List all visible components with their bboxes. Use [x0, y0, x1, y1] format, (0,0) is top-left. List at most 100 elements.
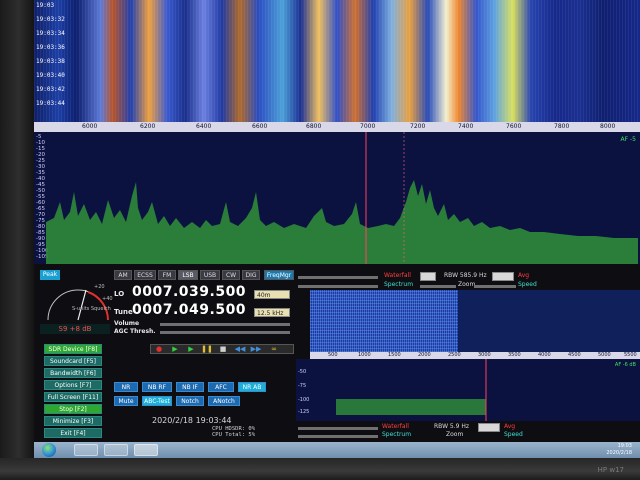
cpu-total-readout: CPU Total: 5% [212, 432, 256, 438]
waterfall-value-box[interactable] [420, 272, 436, 281]
frequency-tick: 6200 [140, 123, 156, 130]
agc-threshold-slider[interactable] [160, 331, 290, 334]
audio-waterfall-label: Waterfall [382, 423, 409, 430]
windows-taskbar: 19:03 2020/2/18 [34, 442, 640, 458]
step-select[interactable]: 12.5 kHz [254, 308, 290, 317]
mode-am-button[interactable]: AM [114, 270, 132, 280]
frequency-axis[interactable]: 6000 6200 6400 6600 6800 7000 7200 7400 … [34, 122, 640, 132]
minimize-button[interactable]: Minimize [F3] [44, 416, 102, 426]
audio-frequency-tick: 1000 [358, 352, 371, 358]
sdr-device-button[interactable]: SDR Device [F8] [44, 344, 102, 354]
play-icon[interactable]: ▶ [169, 345, 181, 354]
main-waterfall[interactable]: 19:03 19:03:32 19:03:34 19:03:36 19:03:3… [34, 0, 640, 122]
audio-waterfall-slider[interactable] [298, 427, 378, 430]
nb-if-button[interactable]: NB IF [176, 382, 204, 392]
tray-clock-date: 2020/2/18 [606, 450, 632, 456]
main-spectrum[interactable]: -5 -10 -15 -20 -25 -30 -35 -40 -45 -50 -55 -60 -65 -7… [34, 132, 640, 264]
audio-frequency-tick: 3000 [478, 352, 491, 358]
frequency-tick: 7000 [360, 123, 376, 130]
speed-label: Speed [518, 281, 537, 288]
stop-button[interactable]: Stop [F2] [44, 404, 102, 414]
fast-forward-icon[interactable]: ▶▶ [249, 345, 263, 354]
mode-dig-button[interactable]: DIG [242, 270, 260, 280]
nr-button[interactable]: NR [114, 382, 138, 392]
audio-frequency-tick: 1500 [388, 352, 401, 358]
squelch-label: S-units Squelch [72, 306, 111, 312]
avg-label: Avg [518, 272, 530, 279]
audio-frequency-tick: 2500 [448, 352, 461, 358]
audio-af-label: AF -6 dB [614, 362, 636, 368]
tune-frequency-display[interactable]: 0007.049.500 [132, 302, 246, 318]
monitor-bezel-bottom [0, 458, 640, 480]
volume-slider[interactable] [160, 323, 290, 326]
zoom-slider[interactable] [420, 285, 456, 288]
s-meter-gauge: S-units Squelch +20 +40 [47, 284, 113, 321]
loop-icon[interactable]: ∞ [267, 345, 281, 354]
mode-fm-button[interactable]: FM [158, 270, 176, 280]
taskbar-item-hdsdr[interactable] [134, 444, 158, 456]
audio-avg-label: Avg [504, 423, 516, 430]
spectrum-level-slider[interactable] [298, 285, 378, 288]
exit-button[interactable]: Exit [F4] [44, 428, 102, 438]
waterfall-level-slider[interactable] [298, 276, 378, 279]
bandwidth-button[interactable]: Bandwidth [F6] [44, 368, 102, 378]
mode-cw-button[interactable]: CW [222, 270, 240, 280]
audio-frequency-tick: 500 [328, 352, 338, 358]
audio-rbw-select[interactable] [478, 423, 500, 432]
tune-label: Tune [114, 308, 133, 316]
audio-frequency-tick: 4500 [568, 352, 581, 358]
start-button-icon[interactable] [42, 443, 56, 457]
audio-frequency-tick: 3500 [508, 352, 521, 358]
nr-extra-button[interactable]: NR AB [238, 382, 266, 392]
s-meter-needle [77, 289, 87, 321]
frequency-tick: 6600 [252, 123, 268, 130]
audio-frequency-tick: 2000 [418, 352, 431, 358]
mode-usb-button[interactable]: USB [200, 270, 220, 280]
mode-ecss-button[interactable]: ECSS [134, 270, 156, 280]
taskbar-item-explorer[interactable] [74, 444, 98, 456]
speed-slider[interactable] [474, 285, 516, 288]
tray-clock[interactable]: 19:03 2020/2/18 [606, 443, 632, 457]
audio-rbw-label: RBW 5.9 Hz [434, 423, 470, 430]
anotch-button[interactable]: ANotch [208, 396, 240, 406]
soundcard-button[interactable]: Soundcard [F5] [44, 356, 102, 366]
audio-spectrum-slider[interactable] [298, 435, 378, 438]
audio-frequency-tick: 4000 [538, 352, 551, 358]
pause-icon[interactable]: ❚❚ [201, 345, 213, 354]
frequency-tick: 7400 [458, 123, 474, 130]
monitor-brand-label: HP w17 [597, 466, 624, 474]
hdsdr-window: 19:03 19:03:32 19:03:34 19:03:36 19:03:3… [34, 0, 640, 458]
notch-button[interactable]: Notch [176, 396, 204, 406]
mode-lsb-button[interactable]: LSB [178, 270, 198, 280]
afc-button[interactable]: AFC [208, 382, 234, 392]
mute-button[interactable]: Mute [114, 396, 138, 406]
status-datetime: 2020/2/18 19:03:44 [152, 416, 232, 425]
waterfall-time-label: 19:03:32 [36, 16, 65, 23]
full-screen-button[interactable]: Full Screen [F11] [44, 392, 102, 402]
volume-label: Volume [114, 320, 140, 327]
rewind-icon[interactable]: ◀◀ [233, 345, 247, 354]
freq-manager-button[interactable]: FreqMgr [264, 270, 294, 280]
options-button[interactable]: Options [F7] [44, 380, 102, 390]
record-icon[interactable]: ● [153, 345, 165, 354]
taskbar-item-folder[interactable] [104, 444, 128, 456]
audio-frequency-axis[interactable]: 500 1000 1500 2000 2500 3000 3500 4000 4… [310, 352, 640, 359]
nb-rf-button[interactable]: NB RF [142, 382, 172, 392]
play-loop-icon[interactable]: ▶ [185, 345, 197, 354]
abc-test-button[interactable]: ABC-Test [142, 396, 172, 406]
rbw-select[interactable] [492, 272, 514, 281]
agc-label: AGC Thresh. [114, 328, 156, 335]
frequency-tick: 6800 [306, 123, 322, 130]
af-level-label: AF -5 [620, 136, 636, 143]
frequency-tick: 6000 [82, 123, 98, 130]
lo-frequency-display[interactable]: 0007.039.500 [132, 284, 246, 300]
band-select[interactable]: 40m [254, 290, 290, 299]
audio-spectrum-trace [336, 359, 487, 421]
audio-spectrum[interactable]: -50 -75 -100 -125 AF -6 dB [296, 359, 640, 421]
spectrum-trace [46, 132, 638, 264]
stop-icon[interactable]: ■ [217, 345, 229, 354]
audio-waterfall[interactable] [310, 290, 640, 352]
audio-frequency-tick: 5000 [598, 352, 611, 358]
audio-zoom-label: Zoom [446, 431, 464, 438]
lo-label: LO [114, 290, 125, 298]
